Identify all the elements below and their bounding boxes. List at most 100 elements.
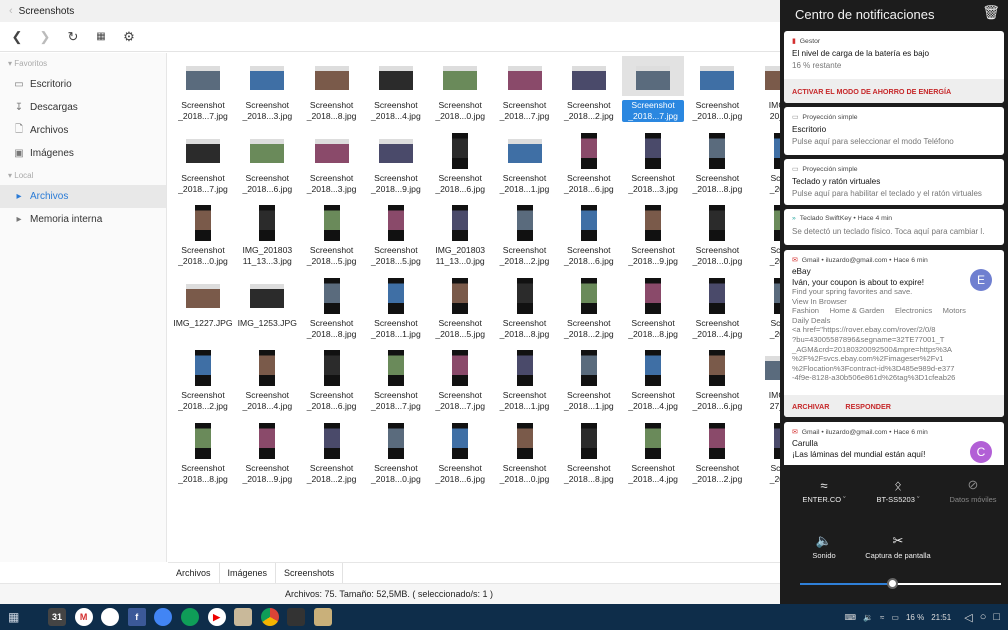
file-item[interactable]: Screenshot _2018...0.jpg: [686, 56, 748, 128]
file-item[interactable]: Screenshot _2018...6.jpg: [558, 201, 620, 273]
file-item[interactable]: IMG_1227.JPG: [172, 274, 234, 346]
grid-view-button[interactable]: ▦: [88, 24, 114, 50]
clock[interactable]: 21:51: [931, 613, 951, 622]
file-item[interactable]: Screenshot _2018...8.jpg: [558, 419, 620, 491]
file-item[interactable]: Screenshot _2018...2.jpg: [558, 56, 620, 128]
music-app-icon[interactable]: [234, 608, 253, 626]
app-drawer-icon[interactable]: ▦: [8, 610, 26, 624]
file-item[interactable]: Screenshot _2018...8.jpg: [494, 274, 556, 346]
power-saving-button[interactable]: ACTIVAR EL MODO DE AHORRO DE ENERGÍA: [792, 87, 951, 96]
file-item[interactable]: Screenshot _2018...3.jpg: [236, 56, 298, 128]
sidebar-item-imagenes[interactable]: ▣ Imágenes: [0, 142, 166, 165]
breadcrumb-item[interactable]: Screenshots: [276, 562, 344, 584]
file-item[interactable]: Screenshot _2018...7.jpg: [494, 56, 556, 128]
wallet-app-icon[interactable]: [287, 608, 306, 626]
file-item[interactable]: Screenshot _2018...1.jpg: [494, 129, 556, 201]
screenshot-toggle[interactable]: ✂ Captura de pantalla: [860, 531, 936, 560]
file-item[interactable]: Screenshot _2018...2.jpg: [686, 419, 748, 491]
file-item[interactable]: Screenshot _2018...6.jpg: [429, 129, 491, 201]
file-item[interactable]: Screenshot _2018...1.jpg: [365, 274, 427, 346]
file-item[interactable]: Screenshot _2018...5.jpg: [301, 201, 363, 273]
file-item[interactable]: Screenshot _2018...2.jpg: [558, 274, 620, 346]
sidebar-item-descargas[interactable]: ↧ Descargas: [0, 96, 166, 119]
forward-button[interactable]: ❯: [32, 24, 58, 50]
file-item[interactable]: Screenshot _2018...7.jpg: [622, 56, 685, 128]
file-item[interactable]: Screenshot _2018...7.jpg: [172, 56, 234, 128]
file-item[interactable]: Screenshot _2018...0.jpg: [172, 201, 234, 273]
notification-battery[interactable]: ▮ Gestor El nivel de carga de la batería …: [784, 31, 1004, 103]
file-item[interactable]: Screenshot _2018...7.jpg: [172, 129, 234, 201]
sidebar-item-memoria-interna[interactable]: ▸ Memoria interna: [0, 208, 166, 231]
file-item[interactable]: Screenshot _2018...9.jpg: [365, 129, 427, 201]
chrome-app-icon[interactable]: [260, 608, 279, 626]
brightness-knob[interactable]: [887, 578, 899, 589]
file-item[interactable]: Screenshot _2018...6.jpg: [301, 346, 363, 418]
file-item[interactable]: Screenshot _2018...0.jpg: [365, 419, 427, 491]
file-item[interactable]: Screenshot _2018...4.jpg: [365, 56, 427, 128]
nav-recents-icon[interactable]: □: [993, 611, 1000, 623]
refresh-button[interactable]: ↻: [60, 24, 86, 50]
file-item[interactable]: Screenshot _2018...8.jpg: [686, 129, 748, 201]
sound-toggle[interactable]: 🔈 Sonido: [786, 531, 862, 560]
wifi-toggle[interactable]: ≈ ENTER.CO ˇ: [786, 475, 862, 505]
notification-projection-keyboard[interactable]: ▭ Proyección simple Teclado y ratón virtu…: [784, 159, 1004, 205]
file-item[interactable]: Screenshot _2018...7.jpg: [365, 346, 427, 418]
drive-app-icon[interactable]: [101, 608, 120, 626]
settings-button[interactable]: ⚙: [116, 24, 142, 50]
file-item[interactable]: IMG_201803 11_13...3.jpg: [236, 201, 298, 273]
volume-icon[interactable]: 🔉: [863, 613, 873, 622]
file-item[interactable]: Screenshot _2018...2.jpg: [494, 201, 556, 273]
sidebar-item-local-archivos[interactable]: ▸ Archivos: [0, 185, 166, 208]
reply-button[interactable]: RESPONDER: [845, 402, 891, 411]
notification-swiftkey[interactable]: » Teclado SwiftKey • Hace 4 min Se detect…: [784, 209, 1004, 245]
file-item[interactable]: Screenshot _2018...2.jpg: [301, 419, 363, 491]
local-section[interactable]: ▾ Local: [0, 165, 166, 185]
notes-app-icon[interactable]: [313, 608, 332, 626]
file-item[interactable]: Screenshot _2018...4.jpg: [236, 346, 298, 418]
breadcrumb-item[interactable]: Imágenes: [220, 562, 277, 584]
file-item[interactable]: Screenshot _2018...8.jpg: [172, 419, 234, 491]
mobile-data-toggle[interactable]: ⊘ Datos móviles: [935, 475, 1008, 504]
brightness-slider[interactable]: [800, 578, 1001, 589]
notification-gmail-ebay[interactable]: ✉ Gmail • iluzardo@gmail.com • Hace 6 min…: [784, 250, 1004, 417]
sheets-app-icon[interactable]: [180, 608, 199, 626]
file-item[interactable]: Screenshot _2018...9.jpg: [622, 201, 684, 273]
file-item[interactable]: Screenshot _2018...0.jpg: [686, 201, 748, 273]
file-item[interactable]: Screenshot _2018...5.jpg: [429, 274, 491, 346]
file-item[interactable]: Screenshot _2018...0.jpg: [494, 419, 556, 491]
file-item[interactable]: Screenshot _2018...4.jpg: [622, 419, 684, 491]
notification-projection-desktop[interactable]: ▭ Proyección simple Escritorio Pulse aquí…: [784, 107, 1004, 155]
calendar-app-icon[interactable]: 31: [48, 608, 66, 626]
file-item[interactable]: IMG_1253.JPG: [236, 274, 298, 346]
file-item[interactable]: Screenshot _2018...1.jpg: [558, 346, 620, 418]
back-button[interactable]: ❮: [4, 24, 30, 50]
file-item[interactable]: Screenshot _2018...8.jpg: [301, 56, 363, 128]
favorites-section[interactable]: ▾ Favoritos: [0, 53, 166, 73]
file-item[interactable]: Screenshot _2018...3.jpg: [301, 129, 363, 201]
sidebar-item-escritorio[interactable]: ▭ Escritorio: [0, 73, 166, 96]
file-item[interactable]: Screenshot _2018...6.jpg: [236, 129, 298, 201]
file-item[interactable]: Screenshot _2018...9.jpg: [236, 419, 298, 491]
file-item[interactable]: Screenshot _2018...1.jpg: [494, 346, 556, 418]
keyboard-icon[interactable]: ⌨: [844, 613, 856, 622]
sidebar-item-archivos[interactable]: 🗋 Archivos: [0, 119, 166, 142]
facebook-app-icon[interactable]: f: [127, 608, 146, 626]
file-item[interactable]: Screenshot _2018...7.jpg: [429, 346, 491, 418]
file-item[interactable]: Screenshot _2018...3.jpg: [622, 129, 684, 201]
clear-all-trash-icon[interactable]: 🗑: [982, 4, 1000, 21]
title-back-icon[interactable]: ‹: [9, 5, 13, 17]
archive-button[interactable]: ARCHIVAR: [792, 402, 829, 411]
file-item[interactable]: Screenshot _2018...6.jpg: [558, 129, 620, 201]
youtube-app-icon[interactable]: ▶: [207, 608, 226, 626]
file-item[interactable]: Screenshot _2018...5.jpg: [365, 201, 427, 273]
docs-app-icon[interactable]: [154, 608, 173, 626]
file-item[interactable]: Screenshot _2018...0.jpg: [429, 56, 491, 128]
file-item[interactable]: Screenshot _2018...8.jpg: [301, 274, 363, 346]
file-item[interactable]: Screenshot _2018...2.jpg: [172, 346, 234, 418]
nav-back-icon[interactable]: ◁: [964, 611, 972, 624]
file-item[interactable]: IMG_201803 11_13...0.jpg: [429, 201, 491, 273]
nav-home-icon[interactable]: ○: [980, 611, 987, 623]
file-item[interactable]: Screenshot _2018...6.jpg: [429, 419, 491, 491]
file-item[interactable]: Screenshot _2018...4.jpg: [622, 346, 684, 418]
bluetooth-toggle[interactable]: ᛟ BT-SS5203 ˇ: [860, 475, 936, 505]
